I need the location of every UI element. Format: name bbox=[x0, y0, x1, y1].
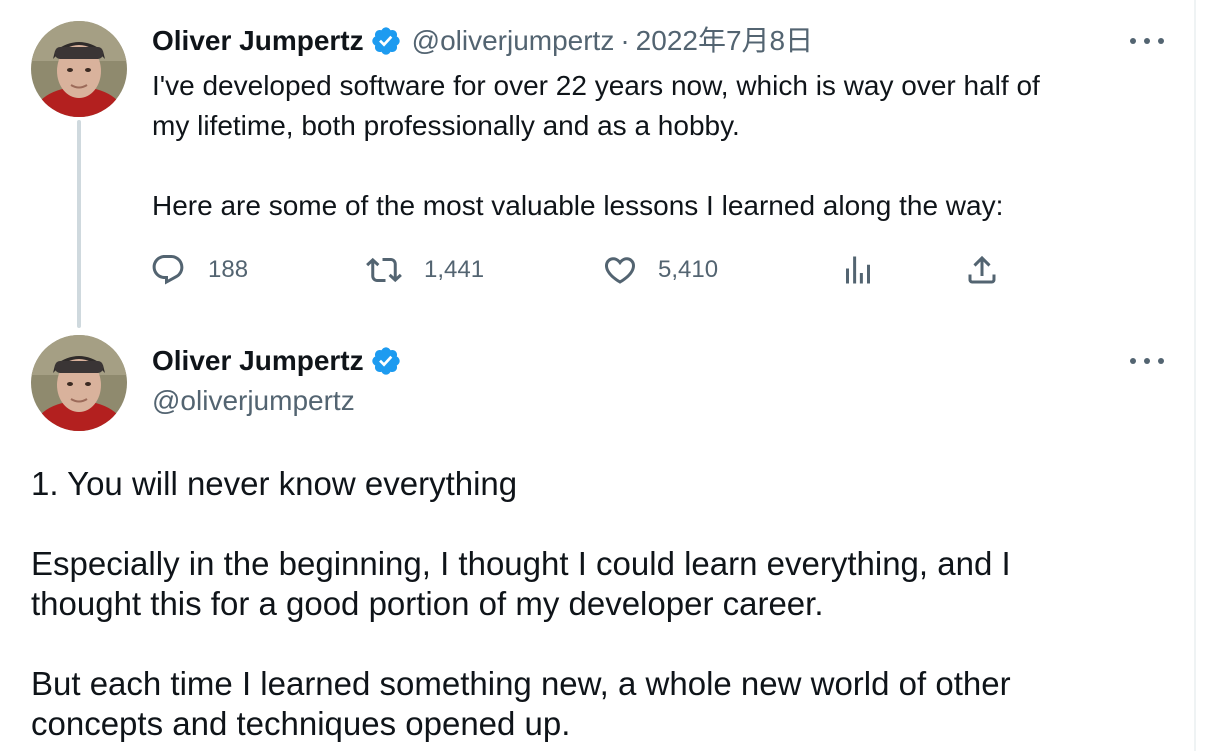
tweet-header: Oliver Jumpertz bbox=[152, 344, 412, 378]
reply-button[interactable]: 188 bbox=[150, 250, 248, 290]
share-icon bbox=[968, 255, 996, 284]
separator-dot: · bbox=[620, 25, 630, 56]
tweet-text-line: concepts and techniques opened up. bbox=[31, 705, 571, 742]
tweet-actions-bar: 188 1,441 5,410 bbox=[150, 250, 1030, 294]
reply-count: 188 bbox=[208, 256, 249, 283]
like-button[interactable]: 5,410 bbox=[602, 250, 718, 290]
avatar[interactable] bbox=[31, 21, 127, 117]
author-name[interactable]: Oliver Jumpertz bbox=[152, 344, 364, 378]
analytics-button[interactable] bbox=[840, 250, 876, 290]
tweet-text-line: thought this for a good portion of my de… bbox=[31, 585, 824, 622]
tweet-text-line: 1. You will never know everything bbox=[31, 465, 518, 502]
retweet-icon bbox=[366, 257, 402, 283]
reply-icon bbox=[152, 255, 184, 285]
verified-badge-icon bbox=[370, 25, 402, 57]
tweet-date[interactable]: 2022年7月8日 bbox=[636, 24, 813, 58]
tweet-text-line: Here are some of the most valuable lesso… bbox=[152, 190, 1004, 221]
avatar-image bbox=[31, 21, 127, 117]
author-handle[interactable]: @oliverjumpertz bbox=[412, 24, 615, 58]
thread-connector-line bbox=[77, 120, 81, 328]
like-icon bbox=[604, 257, 636, 284]
tweet-header: Oliver Jumpertz @oliverjumpertz · 2022年7… bbox=[152, 24, 813, 58]
verified-badge-icon bbox=[370, 345, 402, 377]
avatar-image bbox=[31, 335, 127, 431]
retweet-button[interactable]: 1,441 bbox=[366, 250, 484, 290]
analytics-icon bbox=[846, 256, 870, 284]
column-divider bbox=[1194, 0, 1196, 751]
share-button[interactable] bbox=[964, 250, 1000, 290]
more-options-icon[interactable] bbox=[1130, 31, 1164, 51]
tweet-text-line: my lifetime, both professionally and as … bbox=[152, 110, 740, 141]
tweet-text-line: But each time I learned something new, a… bbox=[31, 665, 1011, 702]
author-handle[interactable]: @oliverjumpertz bbox=[152, 384, 355, 418]
tweet-thread: Oliver Jumpertz @oliverjumpertz · 2022年7… bbox=[0, 0, 1217, 751]
tweet-text-line: Especially in the beginning, I thought I… bbox=[31, 545, 1011, 582]
tweet-text-line: I've developed software for over 22 year… bbox=[152, 70, 1040, 101]
like-count: 5,410 bbox=[658, 256, 719, 283]
author-name[interactable]: Oliver Jumpertz bbox=[152, 24, 364, 58]
avatar[interactable] bbox=[31, 335, 127, 431]
more-options-icon[interactable] bbox=[1130, 351, 1164, 371]
retweet-count: 1,441 bbox=[424, 256, 485, 283]
